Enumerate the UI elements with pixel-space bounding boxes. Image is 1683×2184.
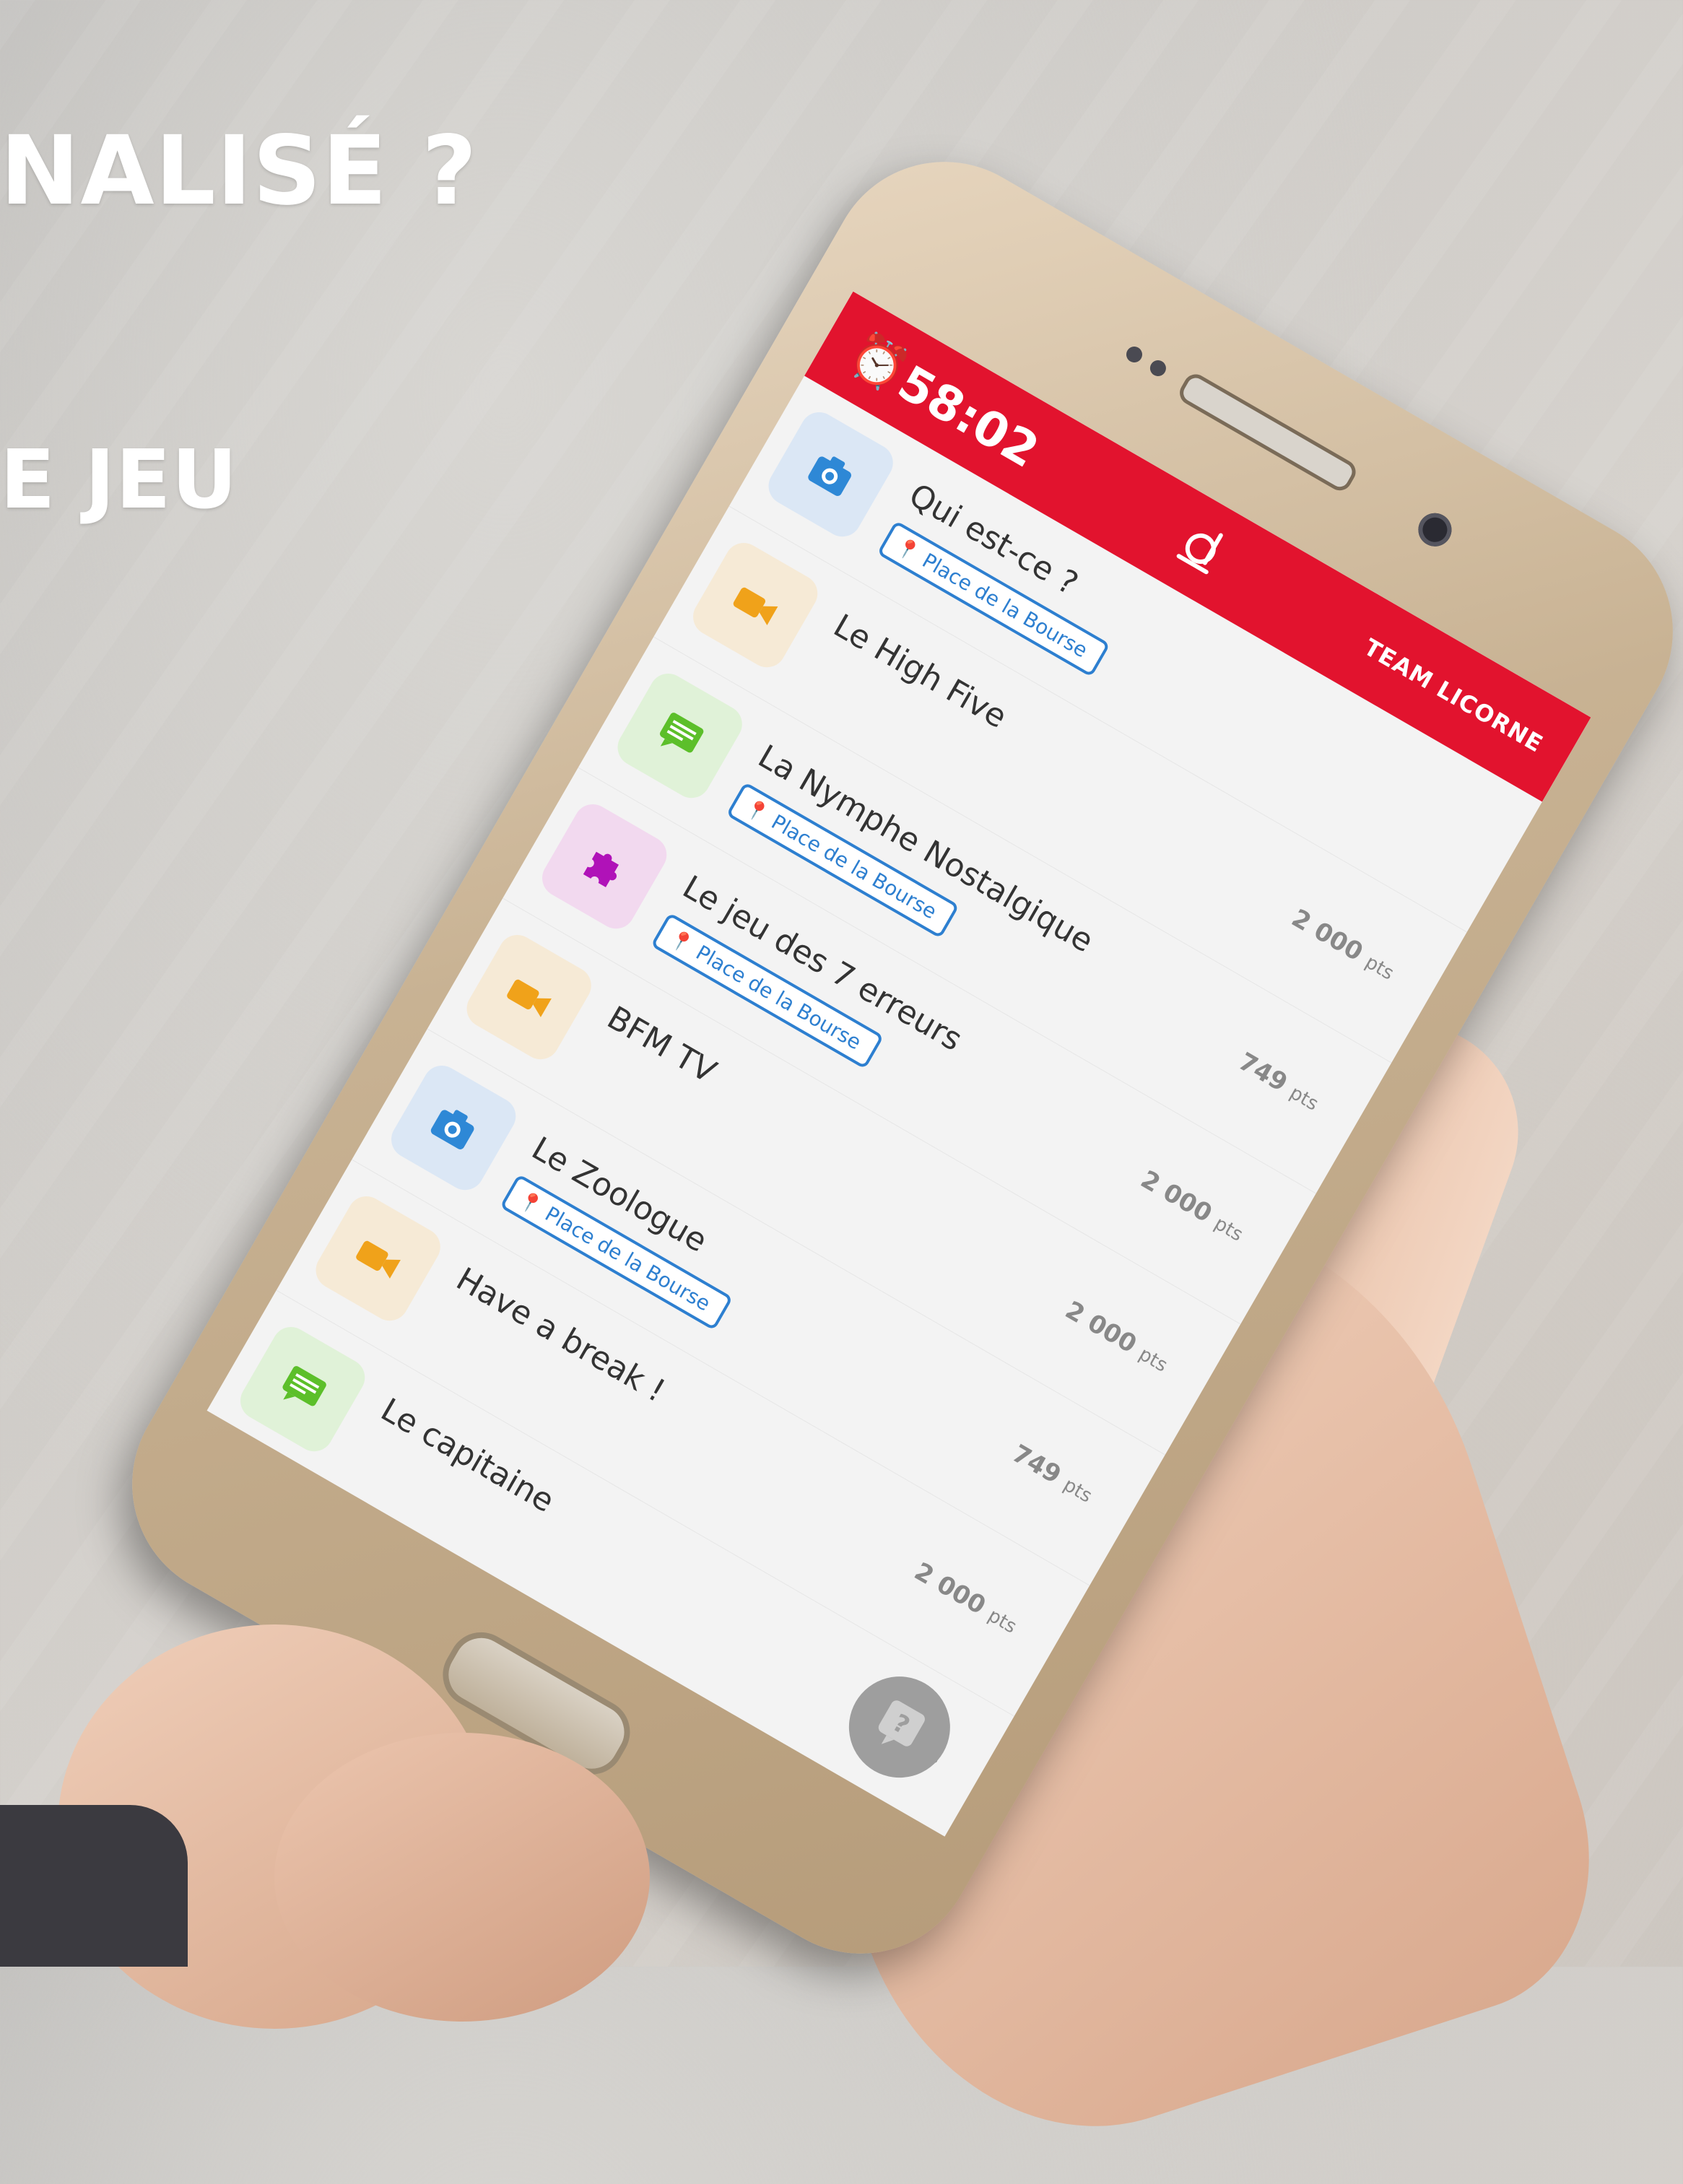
points-unit: pts [984, 1604, 1020, 1638]
mission-type-tile [611, 666, 749, 805]
map-pin-icon: 📍 [740, 796, 773, 827]
app-logo-icon[interactable] [1167, 513, 1237, 582]
points-value: 2 000 [909, 1557, 991, 1621]
mission-points: 2 000 pts [910, 1557, 1023, 1639]
headline-line-2: E JEU [0, 433, 238, 527]
mission-points: 749 pts [1007, 1439, 1099, 1508]
mission-type-tile [762, 405, 900, 544]
points-value: 749 [1006, 1439, 1066, 1490]
mission-points: 2 000 pts [1287, 903, 1400, 986]
mission-points: 2 000 pts [1061, 1295, 1174, 1378]
map-pin-icon: 📍 [665, 927, 697, 958]
headline-line-1: NALISÉ ? [0, 116, 478, 227]
mission-type-tile [460, 928, 599, 1066]
mission-type-tile [233, 1320, 372, 1458]
mission-points: 2 000 pts [1136, 1165, 1249, 1247]
earpiece-speaker [1175, 370, 1360, 495]
mission-points: 749 pts [1233, 1047, 1325, 1116]
mission-type-tile [309, 1189, 448, 1328]
front-camera [1412, 507, 1458, 553]
mission-type-tile [686, 536, 825, 674]
points-unit: pts [1059, 1474, 1096, 1508]
points-value: 749 [1233, 1047, 1292, 1098]
points-value: 2 000 [1287, 903, 1368, 967]
mission-type-tile [535, 797, 674, 936]
points-unit: pts [1286, 1082, 1322, 1115]
sensor-dot [1147, 357, 1169, 380]
finger [274, 1733, 650, 2022]
points-unit: pts [1135, 1343, 1171, 1377]
map-pin-icon: 📍 [514, 1188, 546, 1219]
points-unit: pts [1361, 951, 1398, 985]
points-value: 2 000 [1136, 1165, 1217, 1229]
sensor-dot [1123, 343, 1146, 366]
points-unit: pts [1210, 1212, 1247, 1246]
mission-type-tile [384, 1058, 523, 1197]
help-icon: ? [878, 1700, 925, 1746]
jacket-sleeve [0, 1805, 188, 1967]
points-value: 2 000 [1060, 1295, 1141, 1359]
map-pin-icon: 📍 [891, 535, 923, 566]
